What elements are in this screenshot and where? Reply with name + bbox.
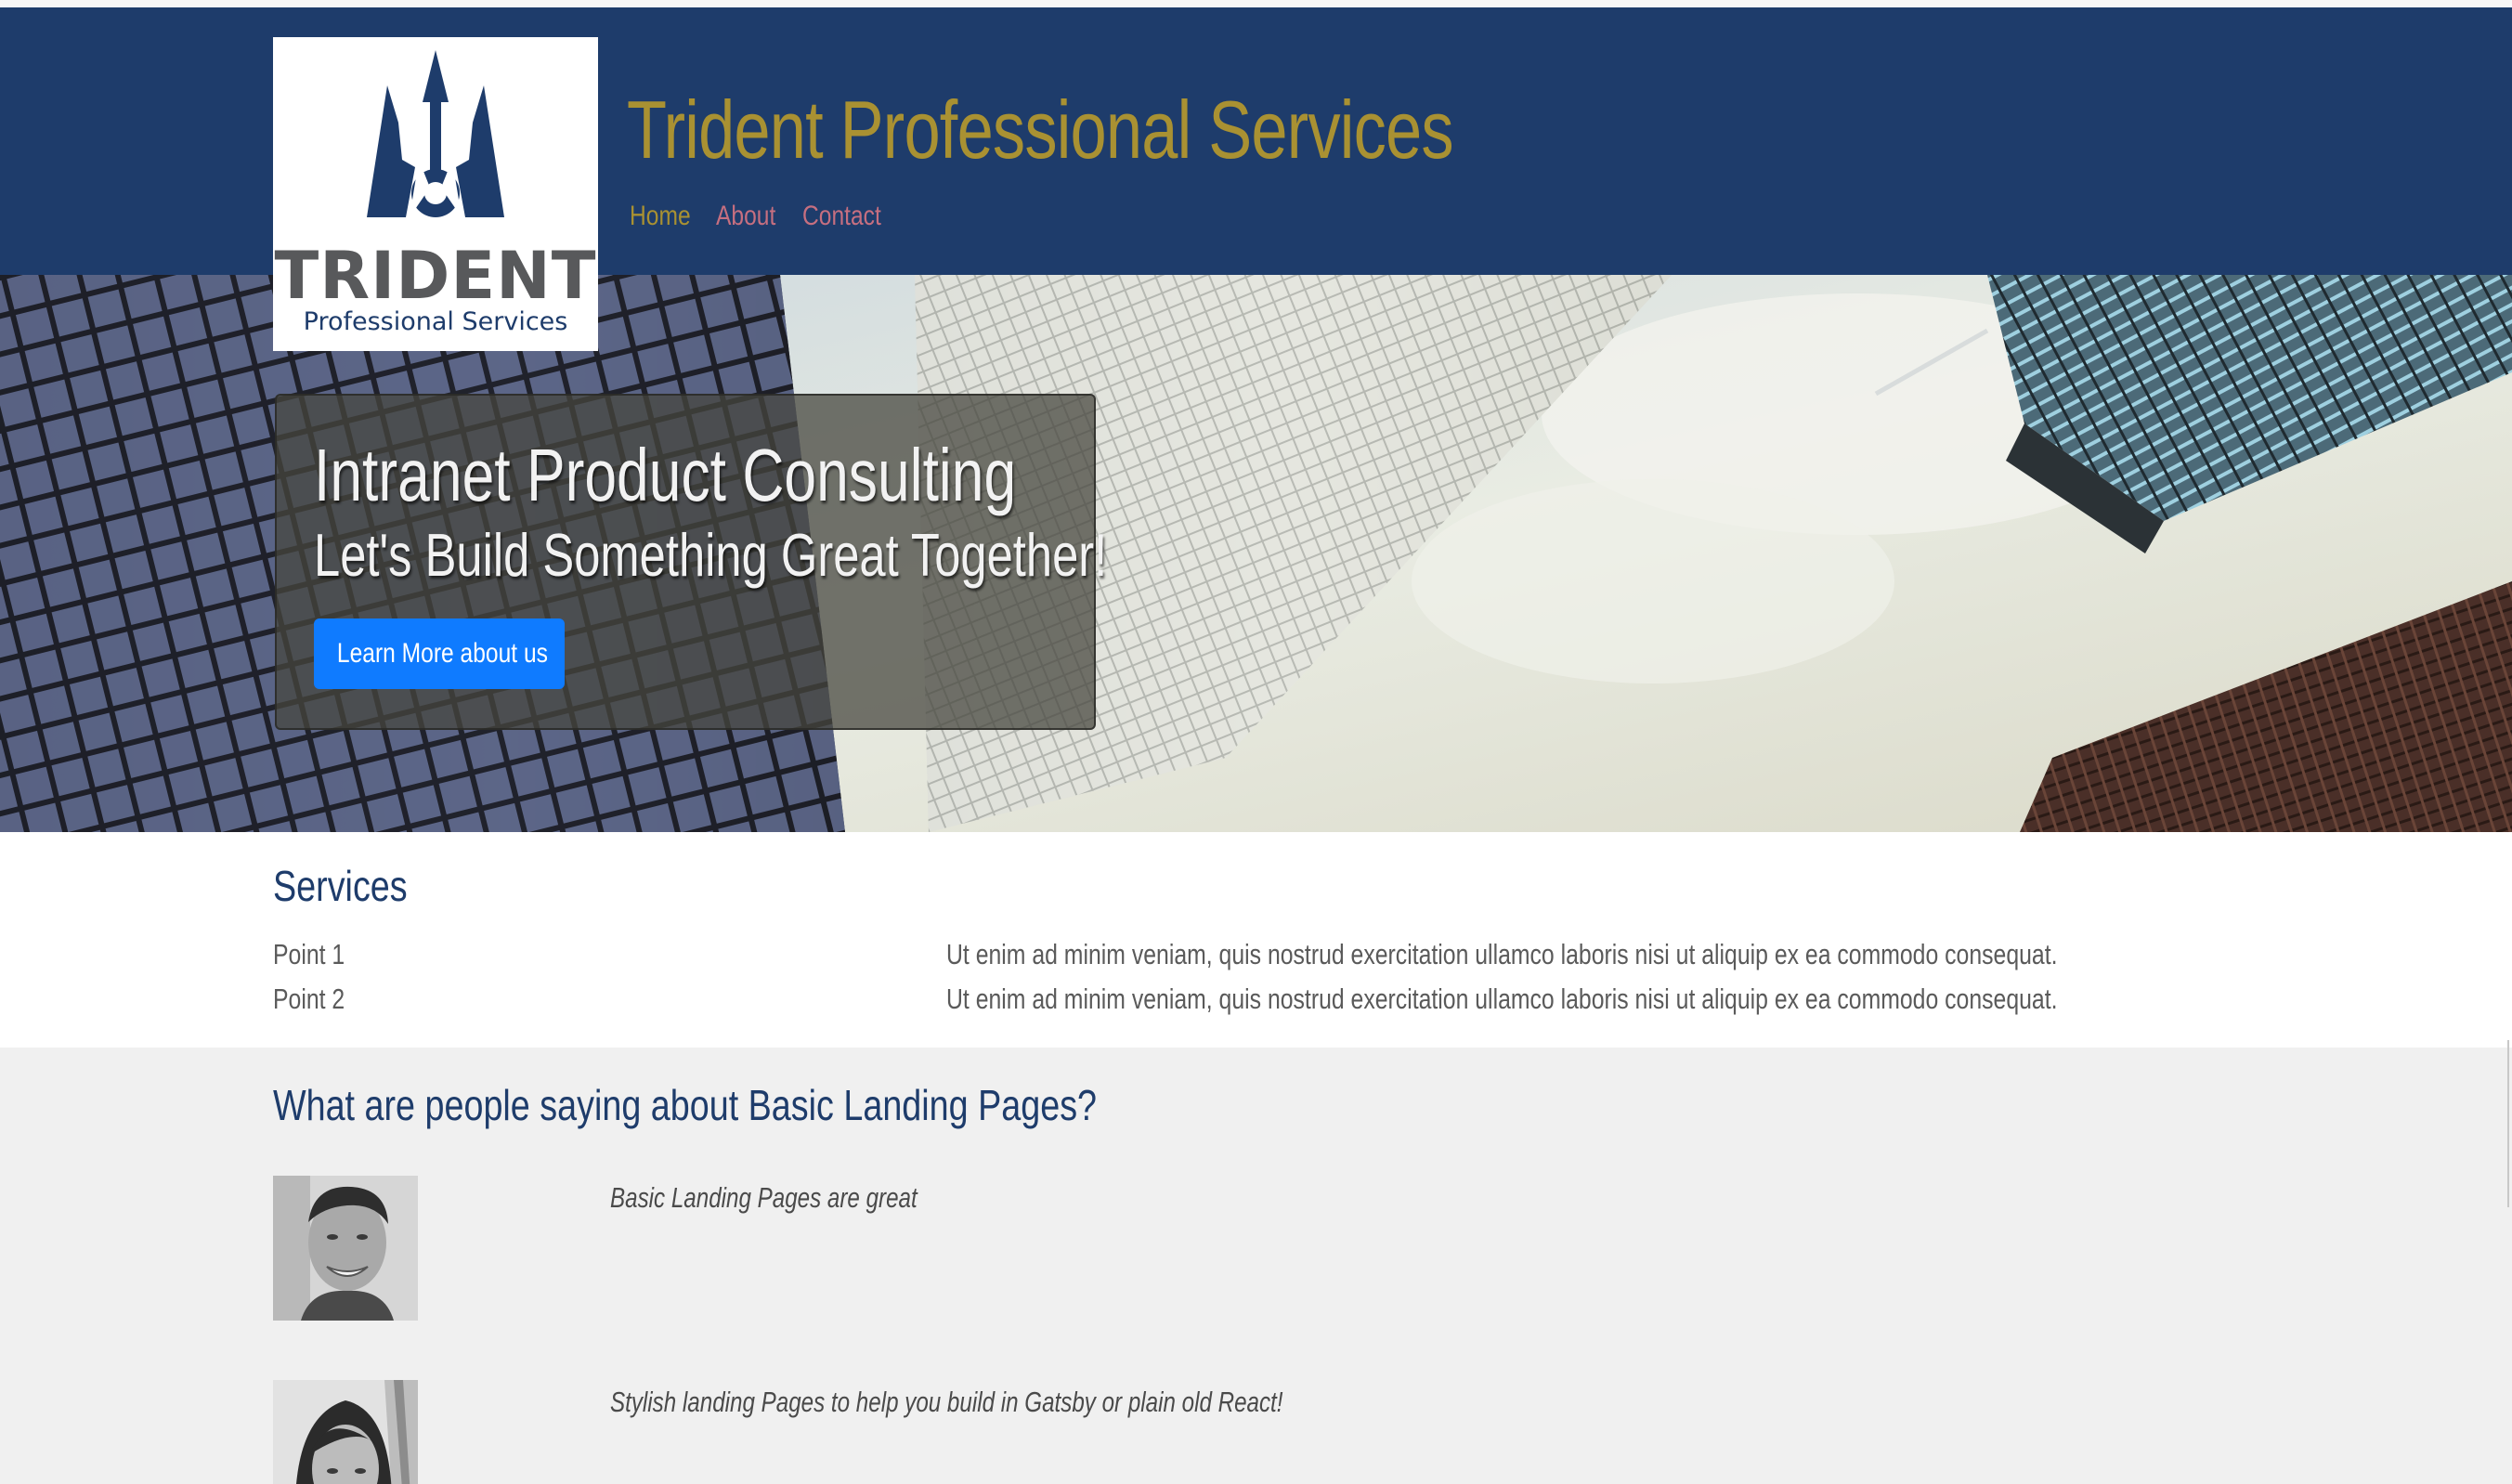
hero-banner: Intranet Product Consulting Let's Build …	[0, 275, 2512, 832]
nav-home-link[interactable]: Home	[630, 198, 700, 235]
landing-page: Trident Professional Services Home About…	[0, 0, 2512, 1484]
logo-wordmark: TRIDENT	[274, 238, 597, 314]
learn-more-button-label: Learn More about us	[336, 638, 548, 669]
services-row: Point 2 Ut enim ad minim veniam, quis no…	[273, 979, 2279, 1020]
woman-portrait-icon	[273, 1380, 418, 1484]
testimonial-quote: Basic Landing Pages are great	[610, 1181, 918, 1214]
services-section: Services Point 1 Ut enim ad minim veniam…	[0, 832, 2512, 1048]
avatar	[273, 1176, 418, 1321]
hero-heading: Intranet Product Consulting	[314, 434, 1017, 516]
main-nav: Home About Contact	[630, 198, 905, 235]
hero-subheading: Let's Build Something Great Together!	[314, 521, 1108, 589]
learn-more-button[interactable]: Learn More about us	[314, 618, 565, 689]
browser-top-strip	[0, 0, 2512, 7]
avatar	[273, 1380, 418, 1484]
testimonial-item: Stylish landing Pages to help you build …	[273, 1380, 2316, 1484]
logo-tagline: Professional Services	[303, 307, 568, 336]
nav-about-link[interactable]: About	[716, 198, 787, 235]
nav-contact-link[interactable]: Contact	[802, 198, 886, 235]
testimonial-quote: Stylish landing Pages to help you build …	[610, 1386, 1283, 1418]
testimonials-section: What are people saying about Basic Landi…	[0, 1048, 2512, 1484]
services-row: Point 1 Ut enim ad minim veniam, quis no…	[273, 934, 2279, 975]
testimonial-item: Basic Landing Pages are great	[273, 1176, 2316, 1322]
service-point-label: Point 2	[273, 983, 345, 1015]
service-point-text: Ut enim ad minim veniam, quis nostrud ex…	[946, 938, 2058, 970]
testimonials-title: What are people saying about Basic Landi…	[273, 1081, 1098, 1129]
service-point-text: Ut enim ad minim veniam, quis nostrud ex…	[946, 983, 2058, 1015]
service-point-label: Point 1	[273, 938, 345, 970]
man-portrait-icon	[273, 1176, 418, 1321]
services-title: Services	[273, 862, 408, 910]
trident-icon	[367, 50, 504, 217]
site-logo[interactable]: TRIDENT Professional Services	[273, 37, 598, 351]
hero-callout-card: Intranet Product Consulting Let's Build …	[275, 394, 1107, 730]
scrollbar-edge	[2507, 1040, 2509, 1207]
site-title: Trident Professional Services	[627, 84, 1454, 176]
